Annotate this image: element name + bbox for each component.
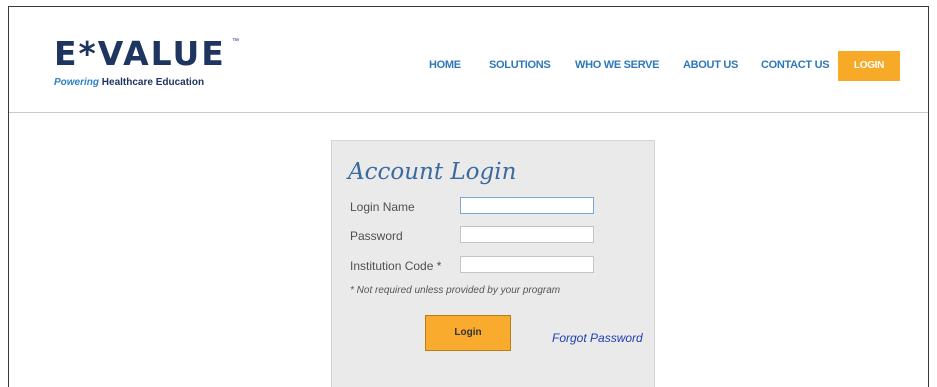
institution-code-note: * Not required unless provided by your p… — [350, 285, 561, 296]
nav-solutions[interactable]: SOLUTIONS — [489, 59, 551, 71]
nav-who-we-serve[interactable]: WHO WE SERVE — [575, 59, 660, 71]
site-header: E*VALUE ™ Powering Healthcare Education … — [9, 7, 928, 113]
account-login-panel: Account Login Login Name Password Instit… — [331, 140, 655, 387]
nav-login-button[interactable]: LOGIN — [838, 51, 900, 81]
forgot-password-link[interactable]: Forgot Password — [552, 331, 643, 345]
password-label: Password — [350, 229, 403, 243]
nav-about-us[interactable]: ABOUT US — [683, 59, 738, 71]
login-name-input[interactable] — [460, 197, 594, 214]
institution-code-input[interactable] — [460, 256, 594, 273]
login-name-label: Login Name — [350, 200, 415, 214]
login-submit-button[interactable]: Login — [425, 315, 511, 351]
browser-frame: E*VALUE ™ Powering Healthcare Education … — [8, 6, 929, 387]
password-input[interactable] — [460, 226, 594, 243]
institution-code-label: Institution Code * — [350, 259, 442, 273]
login-title: Account Login — [348, 159, 517, 185]
trademark-symbol: ™ — [232, 38, 239, 45]
nav-contact-us[interactable]: CONTACT US — [761, 59, 830, 71]
main-nav: HOME SOLUTIONS WHO WE SERVE ABOUT US CON… — [9, 51, 928, 81]
nav-home[interactable]: HOME — [429, 59, 461, 71]
